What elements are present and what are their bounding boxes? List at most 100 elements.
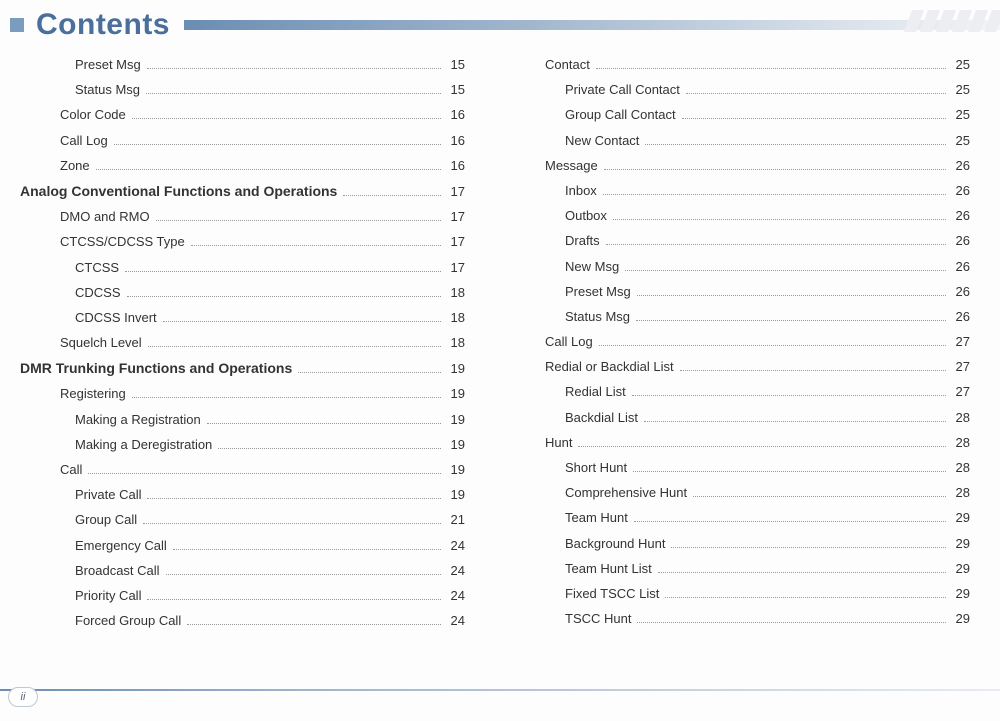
toc-page-number: 28 xyxy=(950,436,970,449)
toc-page-number: 28 xyxy=(950,461,970,474)
toc-dots xyxy=(343,195,441,196)
toc-label: Comprehensive Hunt xyxy=(565,486,687,499)
toc-dots xyxy=(148,346,441,347)
toc-row: Inbox26 xyxy=(525,184,970,197)
toc-page-number: 18 xyxy=(445,311,465,324)
toc-row: Redial or Backdial List27 xyxy=(525,360,970,373)
toc-dots xyxy=(96,169,441,170)
toc-row: Message26 xyxy=(525,159,970,172)
toc-dots xyxy=(207,423,441,424)
toc-row: Call Log 16 xyxy=(20,134,465,147)
toc-page-number: 27 xyxy=(950,335,970,348)
toc-dots xyxy=(599,345,946,346)
footer-page-number: ii xyxy=(21,691,26,703)
toc-dots xyxy=(606,244,946,245)
toc-row: DMO and RMO17 xyxy=(20,210,465,223)
toc-label: Short Hunt xyxy=(565,461,627,474)
toc-row: Redial List 27 xyxy=(525,385,970,398)
toc-page-number: 15 xyxy=(445,83,465,96)
toc-dots xyxy=(645,144,946,145)
toc-dots xyxy=(680,370,946,371)
toc-dots xyxy=(88,473,441,474)
toc-label: Drafts xyxy=(565,234,600,247)
toc-label: New Msg xyxy=(565,260,619,273)
toc-page-number: 24 xyxy=(445,589,465,602)
toc-row: Contact 25 xyxy=(525,58,970,71)
toc-dots xyxy=(114,144,441,145)
toc-label: Call Log xyxy=(60,134,108,147)
toc-page-number: 25 xyxy=(950,58,970,71)
toc-label: Call xyxy=(60,463,82,476)
toc-label: Private Call Contact xyxy=(565,83,680,96)
toc-page-number: 26 xyxy=(950,260,970,273)
toc-label: CDCSS Invert xyxy=(75,311,157,324)
toc-dots xyxy=(147,68,441,69)
toc-row: Call Log27 xyxy=(525,335,970,348)
toc-row: Forced Group Call24 xyxy=(20,614,465,627)
toc-page-number: 25 xyxy=(950,108,970,121)
toc-page-number: 29 xyxy=(950,587,970,600)
toc-label: Group Call Contact xyxy=(565,108,676,121)
toc-dots xyxy=(634,521,946,522)
toc-row: CDCSS18 xyxy=(20,286,465,299)
toc-dots xyxy=(604,169,946,170)
toc-page-number: 19 xyxy=(445,413,465,426)
toc-page-number: 29 xyxy=(950,612,970,625)
header-square-icon xyxy=(10,18,24,32)
toc-page-number: 26 xyxy=(950,285,970,298)
footer-page-badge: ii xyxy=(8,687,38,707)
toc-page-number: 15 xyxy=(445,58,465,71)
toc-page-number: 16 xyxy=(445,134,465,147)
toc-page-number: 25 xyxy=(950,83,970,96)
toc-dots xyxy=(143,523,441,524)
toc-row: Group Call Contact 25 xyxy=(525,108,970,121)
toc-row: Comprehensive Hunt 28 xyxy=(525,486,970,499)
toc-label: Preset Msg xyxy=(565,285,631,298)
toc-dots xyxy=(658,572,946,573)
toc-dots xyxy=(636,320,946,321)
toc-label: Contact xyxy=(545,58,590,71)
toc-row: TSCC Hunt29 xyxy=(525,612,970,625)
toc-row: Priority Call24 xyxy=(20,589,465,602)
toc-label: Redial List xyxy=(565,385,626,398)
toc-row: New Msg 26 xyxy=(525,260,970,273)
toc-dots xyxy=(218,448,441,449)
toc-row: Analog Conventional Functions and Operat… xyxy=(20,184,465,198)
toc-row: Preset Msg 26 xyxy=(525,285,970,298)
toc-row: Fixed TSCC List 29 xyxy=(525,587,970,600)
toc-row: Making a Registration19 xyxy=(20,413,465,426)
toc-page-number: 17 xyxy=(445,235,465,248)
toc-label: Preset Msg xyxy=(75,58,141,71)
toc-dots xyxy=(147,599,441,600)
toc-dots xyxy=(163,321,441,322)
toc-dots xyxy=(632,395,946,396)
toc-page-number: 29 xyxy=(950,511,970,524)
toc-dots xyxy=(682,118,946,119)
page-title: Contents xyxy=(36,8,170,42)
toc-dots xyxy=(191,245,441,246)
toc-row: Backdial List28 xyxy=(525,411,970,424)
toc-label: Status Msg xyxy=(75,83,140,96)
header-bar: Contents xyxy=(0,0,1000,48)
toc-dots xyxy=(132,397,441,398)
toc-page-number: 26 xyxy=(950,159,970,172)
toc-label: New Contact xyxy=(565,134,639,147)
toc-label: Background Hunt xyxy=(565,537,665,550)
toc-row: Call19 xyxy=(20,463,465,476)
toc-page-number: 27 xyxy=(950,385,970,398)
toc-label: Fixed TSCC List xyxy=(565,587,659,600)
toc-row: CTCSS17 xyxy=(20,261,465,274)
toc-page-number: 19 xyxy=(445,387,465,400)
toc-page-number: 28 xyxy=(950,486,970,499)
toc-label: Backdial List xyxy=(565,411,638,424)
toc-page-number: 29 xyxy=(950,562,970,575)
toc-dots xyxy=(665,597,946,598)
toc-dots xyxy=(693,496,946,497)
toc-row: Color Code16 xyxy=(20,108,465,121)
toc-row: Squelch Level18 xyxy=(20,336,465,349)
toc-dots xyxy=(633,471,946,472)
toc-dots xyxy=(596,68,946,69)
toc-row: Preset Msg 15 xyxy=(20,58,465,71)
toc-dots xyxy=(132,118,441,119)
toc-dots xyxy=(146,93,441,94)
